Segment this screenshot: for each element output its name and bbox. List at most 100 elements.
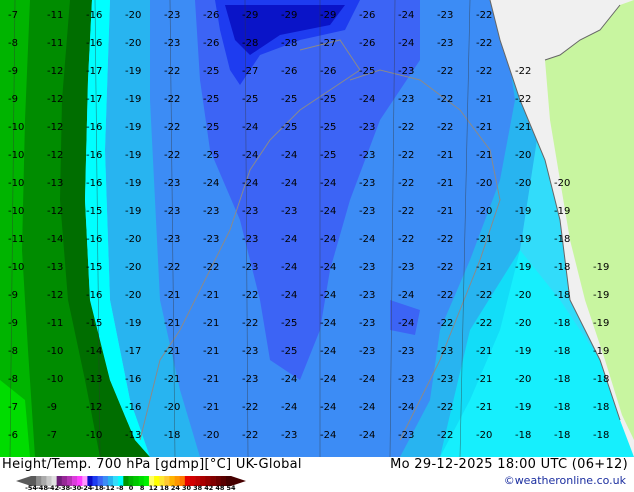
isotherm-label: -23 (203, 206, 219, 217)
isotherm-label: -22 (476, 66, 492, 77)
isotherm-label: -26 (203, 38, 219, 49)
colorbar-tick-label: 42 (204, 484, 214, 492)
colorbar-tick-label: 48 (215, 484, 225, 492)
isotherm-label: -24 (281, 178, 297, 189)
isotherm-label: -21 (437, 206, 453, 217)
isotherm-label: -24 (320, 374, 336, 385)
isotherm-label: -26 (320, 66, 336, 77)
isotherm-label: -23 (281, 430, 297, 441)
isotherm-label: -24 (320, 290, 336, 301)
isotherm-label: -21 (203, 318, 219, 329)
isotherm-label: -20 (515, 374, 531, 385)
isotherm-label: -20 (515, 318, 531, 329)
colorbar-tick-label: 38 (193, 484, 203, 492)
isotherm-label: -23 (437, 10, 453, 21)
isotherm-label: -24 (320, 346, 336, 357)
isotherm-label: -25 (203, 122, 219, 133)
isotherm-label: -28 (281, 38, 297, 49)
colorbar-tick-label: 54 (226, 484, 236, 492)
isotherm-label: -17 (86, 94, 102, 105)
isotherm-label: -22 (164, 66, 180, 77)
isotherm-label: -24 (242, 122, 258, 133)
isotherm-label: -12 (47, 66, 63, 77)
isotherm-label: -16 (86, 122, 102, 133)
isotherm-label: -28 (242, 38, 258, 49)
isotherm-label: -27 (320, 38, 336, 49)
isotherm-label: -18 (554, 318, 570, 329)
isotherm-label: -29 (281, 10, 297, 21)
credit-link[interactable]: ©weatheronline.co.uk (504, 474, 626, 487)
isotherm-label: -25 (359, 66, 375, 77)
colorbar-tick-label: 8 (139, 484, 145, 492)
colorbar-tick-label: 0 (128, 484, 134, 492)
isotherm-label: -14 (47, 234, 63, 245)
isotherm-label: -18 (593, 430, 609, 441)
isotherm-label: -24 (320, 318, 336, 329)
isotherm-label: -25 (281, 318, 297, 329)
isotherm-label: -21 (476, 374, 492, 385)
isotherm-label: -24 (359, 234, 375, 245)
isotherm-label: -21 (515, 122, 531, 133)
isotherm-label: -16 (86, 290, 102, 301)
isotherm-label: -16 (86, 38, 102, 49)
isotherm-label: -23 (242, 262, 258, 273)
isotherm-label: -12 (47, 94, 63, 105)
isotherm-label: -22 (437, 262, 453, 273)
isotherm-label: -25 (281, 94, 297, 105)
isotherm-label: -23 (164, 10, 180, 21)
isotherm-label: -25 (203, 66, 219, 77)
isotherm-label: -6 (8, 430, 18, 441)
isotherm-label: -25 (320, 122, 336, 133)
isotherm-label: -24 (242, 178, 258, 189)
isotherm-label: -16 (86, 178, 102, 189)
isotherm-label: -22 (398, 150, 414, 161)
isotherm-label: -21 (164, 374, 180, 385)
isotherm-label: -19 (515, 206, 531, 217)
isotherm-label: -16 (86, 10, 102, 21)
isotherm-label: -19 (125, 206, 141, 217)
isotherm-label: -22 (437, 290, 453, 301)
isotherm-label: -22 (203, 262, 219, 273)
isotherm-label: -25 (242, 94, 258, 105)
isotherm-label: -25 (203, 150, 219, 161)
isotherm-label: -18 (554, 262, 570, 273)
isotherm-label: -16 (86, 150, 102, 161)
isotherm-label: -22 (437, 122, 453, 133)
isotherm-label: -25 (320, 150, 336, 161)
isotherm-label: -16 (125, 374, 141, 385)
map-title: Height/Temp. 700 hPa [gdmp][°C] UK-Globa… (2, 457, 302, 472)
isotherm-label: -18 (554, 374, 570, 385)
isotherm-label: -18 (593, 374, 609, 385)
isotherm-label: -22 (242, 402, 258, 413)
isotherm-label: -19 (515, 262, 531, 273)
weather-map: -7 -11 -16 -20 -23 -26 -29 -29 -29 -26 -24 -23 -22 -8… (0, 0, 634, 457)
isotherm-label: -22 (242, 318, 258, 329)
isotherm-label: -24 (398, 290, 414, 301)
isotherm-label: -19 (593, 346, 609, 357)
isotherm-label: -22 (437, 66, 453, 77)
isotherm-label: -24 (320, 234, 336, 245)
isotherm-label: -23 (359, 178, 375, 189)
isotherm-label: -23 (359, 262, 375, 273)
isotherm-label: -23 (242, 206, 258, 217)
isotherm-label: -24 (359, 402, 375, 413)
isotherm-label: -24 (281, 262, 297, 273)
isotherm-label: -23 (242, 346, 258, 357)
isotherm-label: -22 (437, 318, 453, 329)
isotherm-label: -23 (398, 374, 414, 385)
isotherm-label: -12 (47, 122, 63, 133)
isotherm-label: -14 (86, 346, 102, 357)
isotherm-label: -15 (86, 262, 102, 273)
isotherm-label: -15 (86, 206, 102, 217)
isotherm-label: -19 (593, 318, 609, 329)
isotherm-label: -22 (476, 290, 492, 301)
isotherm-label: -12 (86, 402, 102, 413)
isotherm-label: -22 (476, 318, 492, 329)
isotherm-label: -8 (8, 374, 18, 385)
isotherm-label: -24 (320, 430, 336, 441)
isotherm-label: -26 (203, 10, 219, 21)
isotherm-label: -10 (86, 430, 102, 441)
isotherm-label: -23 (359, 206, 375, 217)
isotherm-label: -12 (47, 206, 63, 217)
isotherm-label: -18 (554, 346, 570, 357)
